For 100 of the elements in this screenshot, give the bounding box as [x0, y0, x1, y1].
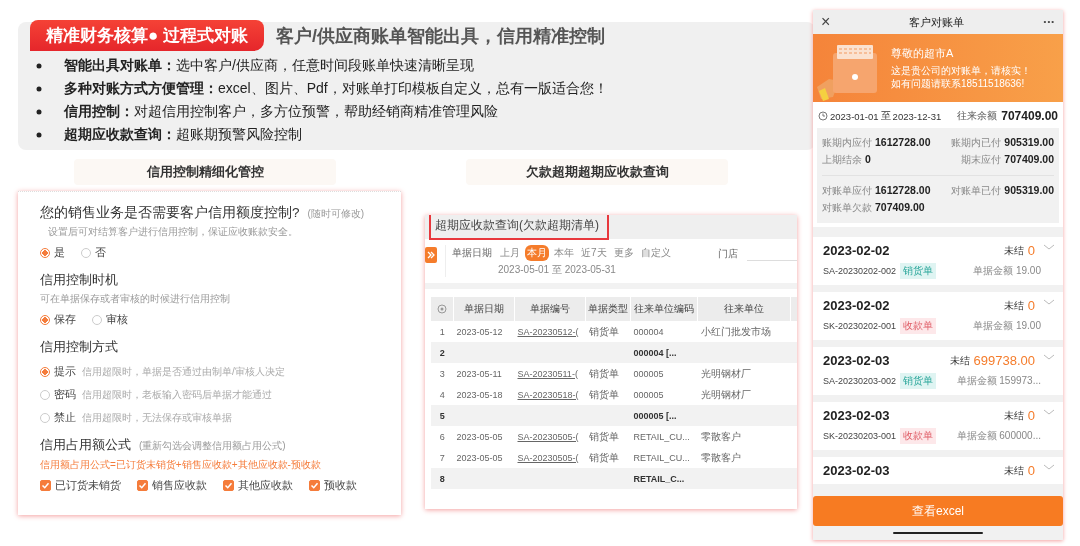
checkbox-option[interactable]: 已订货未销货 [40, 478, 121, 493]
header-cell: 往来单位编码 [630, 297, 698, 321]
greeting-text: 尊敬的超市A [891, 46, 955, 61]
check-icon [41, 481, 50, 490]
checkbox-option[interactable]: 其他应收款 [223, 478, 293, 493]
option-label: 密码 [54, 387, 76, 402]
header-cell: 单据类型 [585, 297, 631, 321]
table-cell: 000004 [630, 321, 698, 342]
radio-option[interactable]: 否 [81, 245, 106, 260]
banner-text: 如有问题请联系18511518636! [891, 77, 1026, 90]
summary-value: 1612728.00 [875, 184, 931, 196]
section-title: 信用控制时机 [40, 271, 118, 289]
document-link[interactable]: SA-20230511-( [514, 363, 586, 384]
document-number: SA-20230202-002 [823, 266, 897, 276]
document-type-tag: 收款单 [900, 428, 937, 444]
chevron-down-icon [1043, 409, 1055, 416]
summary-value: 707409.00 [1004, 153, 1054, 165]
document-link[interactable]: SA-20230518-( [514, 384, 586, 405]
entry-date: 2023-02-03 [823, 408, 890, 423]
entry-card[interactable]: 2023-02-03 未结 699738.00 SA-20230203-002 销货单 单据金额 159973... [813, 347, 1063, 395]
document-type-tag: 收款单 [900, 318, 937, 334]
table-cell: RETAIL_C... [630, 468, 698, 489]
document-number: SK-20230203-001 [823, 431, 897, 441]
option-label: 保存 [54, 312, 76, 327]
section-badge: 精准财务核算● 过程式对账 [30, 20, 264, 51]
date-chip[interactable]: 近7天 [579, 245, 609, 261]
entry-card[interactable]: 2023-02-02 未结 0 SK-20230202-001 收款单 单据金额 19.00 [813, 292, 1063, 340]
checkbox[interactable] [40, 480, 51, 491]
date-chip[interactable]: 上月 [498, 245, 522, 261]
table-cell: RETAIL_CU... [630, 447, 698, 468]
balance-label: 往来余额 [957, 109, 998, 123]
checkbox[interactable] [309, 480, 320, 491]
entry-date: 2023-02-02 [823, 243, 890, 258]
document-amount: 单据金额 159973... [956, 374, 1041, 388]
document-link[interactable]: SA-20230505-( [514, 426, 586, 447]
summary-label: 对账单已付 [951, 184, 1002, 198]
table-cell: 销货单 [585, 384, 631, 405]
table-cell: 零散客户 [697, 447, 791, 468]
outstanding-amount: 699738.00 [973, 353, 1035, 368]
table-cell: 2023-05-05 [453, 447, 515, 468]
summary-label: 账期内已付 [951, 136, 1002, 150]
radio-option[interactable]: 审核 [92, 312, 128, 327]
summary-value: 0 [865, 153, 871, 165]
row-number: 8 [431, 468, 454, 489]
entry-card[interactable]: 2023-02-03 未结 0 [813, 457, 1063, 484]
radio-button[interactable] [40, 314, 50, 325]
entry-card[interactable]: 2023-02-03 未结 0 SK-20230203-001 收款单 单据金额 600000... [813, 402, 1063, 450]
check-icon [224, 481, 233, 490]
table-cell: 销货单 [585, 426, 631, 447]
radio-option[interactable]: 是 [40, 245, 65, 260]
chevron-down-icon [1043, 299, 1055, 306]
radio-option[interactable]: 保存 [40, 312, 76, 327]
document-amount: 单据金额 19.00 [973, 264, 1041, 278]
header-cell: 往来单位 [697, 297, 791, 321]
date-chip[interactable]: 更多 [611, 245, 636, 261]
outstanding-amount: 0 [1027, 463, 1035, 478]
status-label: 未结 [1003, 463, 1024, 478]
table-cell: RETAIL_CU... [630, 426, 698, 447]
radio-option[interactable]: 密码 信用超限时，老板输入密码后单据才能通过 [40, 387, 387, 402]
filter-label: 门店 [718, 247, 738, 261]
radio-button[interactable] [40, 247, 50, 258]
header-cell: 单据日期 [453, 297, 515, 321]
radio-button[interactable] [40, 366, 50, 377]
bullet-icon [36, 132, 42, 138]
section-note: (随时可修改) [307, 207, 365, 221]
radio-option[interactable]: 禁止 信用超限时，无法保存或审核单据 [40, 410, 387, 425]
section-title: 信用控制方式 [40, 338, 118, 356]
close-button[interactable]: × [821, 14, 831, 30]
date-chip[interactable]: 自定义 [638, 245, 673, 261]
balance-value: 707409.00 [1001, 109, 1058, 123]
option-label: 其他应收款 [238, 478, 293, 493]
document-amount: 单据金额 600000... [956, 429, 1041, 443]
outstanding-amount: 0 [1027, 243, 1035, 258]
chevron-down-icon [1043, 464, 1055, 471]
entry-card[interactable]: 2023-02-02 未结 0 SA-20230202-002 销货单 单据金额 19.00 [813, 237, 1063, 285]
radio-option[interactable]: 提示 信用超限时，单据是否通过由制单/审核人决定 [40, 364, 387, 379]
summary-label: 上期结余 [822, 153, 862, 167]
bullet-text: 智能出具对账单：选中客户/供应商，任意时间段账单快速清晰呈现 [64, 57, 474, 75]
table-cell: 2023-05-12 [453, 321, 515, 342]
table-cell: 小红门批发市场 [697, 321, 791, 342]
more-button[interactable]: ••• [1043, 18, 1055, 26]
date-chip[interactable]: 本年 [552, 245, 576, 261]
table-cell: 销货单 [585, 447, 631, 468]
clock-icon [818, 111, 828, 121]
document-type-tag: 销货单 [900, 263, 937, 279]
bullet-text: 超期应收款查询：超账期预警风险控制 [64, 126, 302, 144]
chevron-down-icon [1043, 354, 1055, 361]
status-label: 未结 [949, 353, 970, 368]
checkbox-option[interactable]: 预收款 [309, 478, 357, 493]
checkbox[interactable] [137, 480, 148, 491]
document-link[interactable]: SA-20230505-( [514, 447, 586, 468]
chevron-down-icon [1043, 244, 1055, 251]
banner-text: 这是贵公司的对账单，请核实！ [891, 65, 1031, 78]
checkbox[interactable] [223, 480, 234, 491]
checkbox-option[interactable]: 销售应收款 [137, 478, 207, 493]
status-label: 未结 [1003, 408, 1024, 423]
bullet-text: 多种对账方式方便管理：excel、图片、Pdf，对账单打印模板自定义，总有一版适合您！ [64, 80, 608, 98]
document-link[interactable]: SA-20230512-( [514, 321, 586, 342]
document-number: SA-20230203-002 [823, 376, 897, 386]
table-cell: 零散客户 [697, 426, 791, 447]
